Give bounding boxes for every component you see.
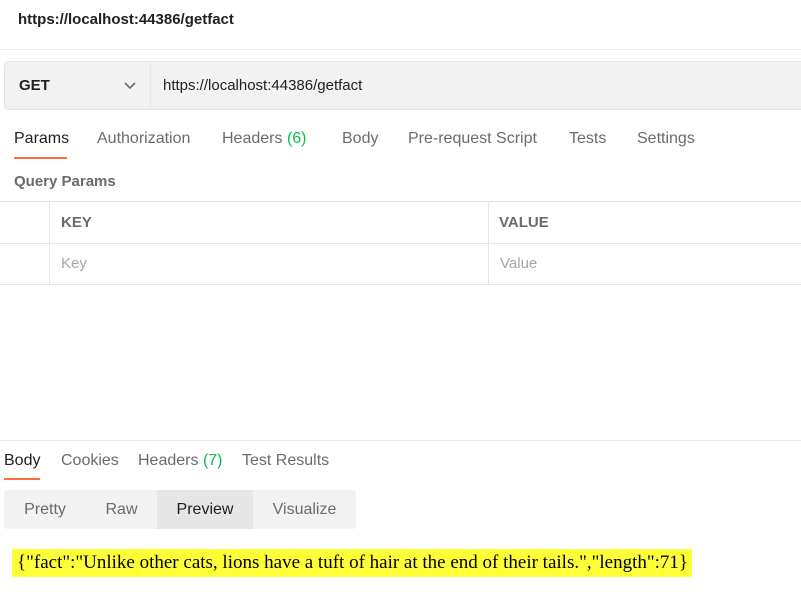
table-col-divider — [49, 201, 50, 285]
tab-params[interactable]: Params — [14, 130, 69, 148]
chevron-down-icon — [124, 82, 136, 90]
view-mode-control: Pretty Raw Preview Visualize — [4, 490, 356, 529]
column-header-key: KEY — [61, 214, 92, 231]
tab-pre-request-script[interactable]: Pre-request Script — [408, 130, 537, 148]
method-select[interactable]: GET — [5, 62, 151, 109]
column-header-value: VALUE — [499, 214, 549, 231]
headers-count: (6) — [286, 130, 307, 147]
postman-request-window: https://localhost:44386/getfact GET http… — [0, 0, 801, 609]
value-input[interactable]: Value — [500, 255, 537, 272]
url-input[interactable]: https://localhost:44386/getfact — [163, 77, 362, 94]
divider — [0, 49, 801, 50]
response-preview: {"fact":"Unlike other cats, lions have a… — [12, 549, 693, 577]
pane-divider[interactable] — [0, 440, 801, 441]
table-border-mid — [0, 243, 801, 244]
table-border-bottom — [0, 284, 801, 285]
tab-authorization[interactable]: Authorization — [97, 130, 190, 148]
response-headers-count: (7) — [202, 452, 223, 469]
tab-tests[interactable]: Tests — [569, 130, 606, 148]
active-response-tab-indicator — [4, 478, 40, 480]
response-tab-cookies[interactable]: Cookies — [61, 452, 119, 470]
response-tab-test-results[interactable]: Test Results — [242, 452, 329, 470]
tab-settings[interactable]: Settings — [637, 130, 695, 148]
tab-headers[interactable]: Headers (6) — [222, 130, 307, 148]
tab-body[interactable]: Body — [342, 130, 378, 148]
view-preview-button[interactable]: Preview — [157, 490, 253, 529]
key-input[interactable]: Key — [61, 255, 87, 272]
response-tab-body[interactable]: Body — [4, 452, 40, 470]
response-tab-headers[interactable]: Headers (7) — [138, 452, 223, 470]
table-border-top — [0, 201, 801, 202]
query-params-label: Query Params — [14, 173, 116, 190]
view-visualize-button[interactable]: Visualize — [253, 490, 356, 529]
table-col-divider — [488, 201, 489, 285]
active-tab-indicator — [14, 157, 67, 159]
request-title: https://localhost:44386/getfact — [18, 11, 234, 28]
method-label: GET — [19, 77, 50, 94]
view-raw-button[interactable]: Raw — [86, 490, 157, 529]
url-bar: GET https://localhost:44386/getfact — [4, 61, 801, 110]
view-pretty-button[interactable]: Pretty — [4, 490, 86, 529]
request-tabs: Params Authorization Headers (6) Body Pr… — [0, 130, 801, 162]
